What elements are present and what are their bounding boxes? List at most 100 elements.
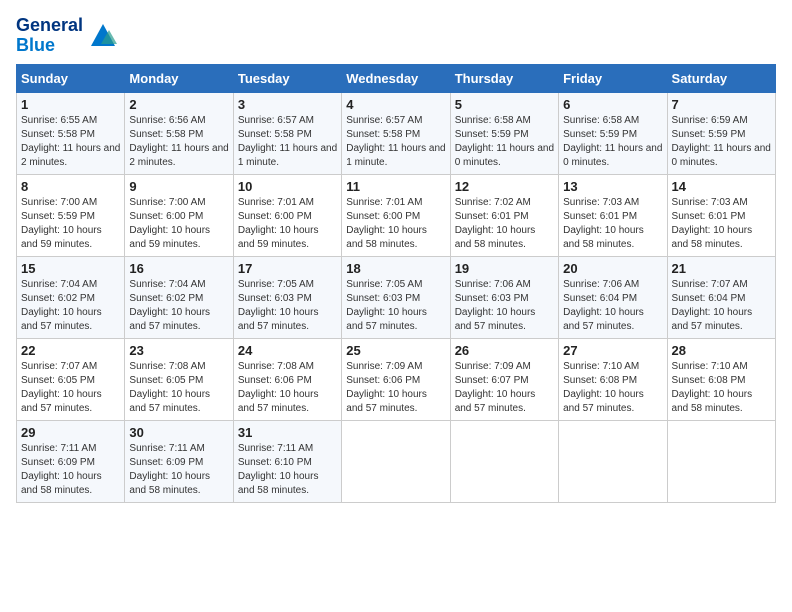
day-info: Sunrise: 7:01 AM Sunset: 6:00 PM Dayligh… xyxy=(346,196,445,252)
day-cell-11: 11 Sunrise: 7:01 AM Sunset: 6:00 PM Dayli… xyxy=(342,174,450,256)
day-info: Sunrise: 7:11 AM Sunset: 6:10 PM Dayligh… xyxy=(238,442,337,498)
day-cell-30: 30 Sunrise: 7:11 AM Sunset: 6:09 PM Dayli… xyxy=(125,420,233,502)
day-number: 21 xyxy=(672,261,771,276)
day-cell-14: 14 Sunrise: 7:03 AM Sunset: 6:01 PM Dayli… xyxy=(667,174,775,256)
day-cell-1: 1 Sunrise: 6:55 AM Sunset: 5:58 PM Daylig… xyxy=(17,92,125,174)
day-cell-31: 31 Sunrise: 7:11 AM Sunset: 6:10 PM Dayli… xyxy=(233,420,341,502)
weekday-friday: Friday xyxy=(559,64,667,92)
day-cell-15: 15Sunrise: 7:04 AM Sunset: 6:02 PM Dayli… xyxy=(17,256,125,338)
day-info: Sunrise: 7:11 AM Sunset: 6:09 PM Dayligh… xyxy=(129,442,228,498)
day-cell-29: 29 Sunrise: 7:11 AM Sunset: 6:09 PM Dayli… xyxy=(17,420,125,502)
day-cell-9: 9 Sunrise: 7:00 AM Sunset: 6:00 PM Daylig… xyxy=(125,174,233,256)
day-cell-26: 26Sunrise: 7:09 AM Sunset: 6:07 PM Dayli… xyxy=(450,338,558,420)
day-cell-25: 25 Sunrise: 7:09 AM Sunset: 6:06 PM Dayli… xyxy=(342,338,450,420)
day-number: 11 xyxy=(346,179,445,194)
day-number: 3 xyxy=(238,97,337,112)
weekday-saturday: Saturday xyxy=(667,64,775,92)
day-number: 17 xyxy=(238,261,337,276)
day-info: Sunrise: 7:10 AM Sunset: 6:08 PM Dayligh… xyxy=(672,360,771,416)
weekday-sunday: Sunday xyxy=(17,64,125,92)
day-info: Sunrise: 7:05 AM Sunset: 6:03 PM Dayligh… xyxy=(238,278,337,334)
day-cell-17: 17 Sunrise: 7:05 AM Sunset: 6:03 PM Dayli… xyxy=(233,256,341,338)
day-info: Sunrise: 7:08 AM Sunset: 6:06 PM Dayligh… xyxy=(238,360,337,416)
day-number: 8 xyxy=(21,179,120,194)
day-info: Sunrise: 6:58 AM Sunset: 5:59 PM Dayligh… xyxy=(563,114,662,170)
day-info: Sunrise: 7:07 AM Sunset: 6:04 PM Dayligh… xyxy=(672,278,771,334)
day-info: Sunrise: 6:55 AM Sunset: 5:58 PM Dayligh… xyxy=(21,114,120,170)
day-number: 30 xyxy=(129,425,228,440)
day-info: Sunrise: 7:03 AM Sunset: 6:01 PM Dayligh… xyxy=(672,196,771,252)
day-number: 12 xyxy=(455,179,554,194)
day-number: 2 xyxy=(129,97,228,112)
day-info: Sunrise: 7:04 AM Sunset: 6:02 PM Dayligh… xyxy=(21,278,120,334)
week-row-1: 1 Sunrise: 6:55 AM Sunset: 5:58 PM Daylig… xyxy=(17,92,776,174)
day-number: 16 xyxy=(129,261,228,276)
day-cell-6: 6 Sunrise: 6:58 AM Sunset: 5:59 PM Daylig… xyxy=(559,92,667,174)
day-number: 24 xyxy=(238,343,337,358)
weekday-monday: Monday xyxy=(125,64,233,92)
day-info: Sunrise: 7:10 AM Sunset: 6:08 PM Dayligh… xyxy=(563,360,662,416)
day-cell-19: 19Sunrise: 7:06 AM Sunset: 6:03 PM Dayli… xyxy=(450,256,558,338)
day-cell-2: 2Sunrise: 6:56 AM Sunset: 5:58 PM Daylig… xyxy=(125,92,233,174)
day-info: Sunrise: 6:57 AM Sunset: 5:58 PM Dayligh… xyxy=(346,114,445,170)
day-info: Sunrise: 7:05 AM Sunset: 6:03 PM Dayligh… xyxy=(346,278,445,334)
day-cell-28: 28 Sunrise: 7:10 AM Sunset: 6:08 PM Dayli… xyxy=(667,338,775,420)
day-info: Sunrise: 7:00 AM Sunset: 6:00 PM Dayligh… xyxy=(129,196,228,252)
day-info: Sunrise: 7:06 AM Sunset: 6:04 PM Dayligh… xyxy=(563,278,662,334)
day-number: 19 xyxy=(455,261,554,276)
week-row-2: 8 Sunrise: 7:00 AM Sunset: 5:59 PM Daylig… xyxy=(17,174,776,256)
day-info: Sunrise: 7:11 AM Sunset: 6:09 PM Dayligh… xyxy=(21,442,120,498)
day-number: 14 xyxy=(672,179,771,194)
weekday-thursday: Thursday xyxy=(450,64,558,92)
day-number: 31 xyxy=(238,425,337,440)
calendar-body: 1 Sunrise: 6:55 AM Sunset: 5:58 PM Daylig… xyxy=(17,92,776,502)
day-cell-13: 13 Sunrise: 7:03 AM Sunset: 6:01 PM Dayli… xyxy=(559,174,667,256)
day-info: Sunrise: 7:09 AM Sunset: 6:06 PM Dayligh… xyxy=(346,360,445,416)
logo-text: GeneralBlue xyxy=(16,16,83,56)
day-number: 29 xyxy=(21,425,120,440)
day-info: Sunrise: 7:08 AM Sunset: 6:05 PM Dayligh… xyxy=(129,360,228,416)
day-info: Sunrise: 6:57 AM Sunset: 5:58 PM Dayligh… xyxy=(238,114,337,170)
day-cell-5: 5Sunrise: 6:58 AM Sunset: 5:59 PM Daylig… xyxy=(450,92,558,174)
day-number: 9 xyxy=(129,179,228,194)
day-cell-4: 4 Sunrise: 6:57 AM Sunset: 5:58 PM Daylig… xyxy=(342,92,450,174)
week-row-5: 29 Sunrise: 7:11 AM Sunset: 6:09 PM Dayli… xyxy=(17,420,776,502)
day-info: Sunrise: 7:03 AM Sunset: 6:01 PM Dayligh… xyxy=(563,196,662,252)
logo: GeneralBlue xyxy=(16,16,117,56)
day-number: 18 xyxy=(346,261,445,276)
header: GeneralBlue xyxy=(16,16,776,56)
day-number: 13 xyxy=(563,179,662,194)
calendar-table: SundayMondayTuesdayWednesdayThursdayFrid… xyxy=(16,64,776,503)
day-number: 25 xyxy=(346,343,445,358)
week-row-4: 22 Sunrise: 7:07 AM Sunset: 6:05 PM Dayli… xyxy=(17,338,776,420)
day-info: Sunrise: 7:07 AM Sunset: 6:05 PM Dayligh… xyxy=(21,360,120,416)
day-cell-8: 8 Sunrise: 7:00 AM Sunset: 5:59 PM Daylig… xyxy=(17,174,125,256)
day-number: 5 xyxy=(455,97,554,112)
day-number: 22 xyxy=(21,343,120,358)
day-cell-23: 23 Sunrise: 7:08 AM Sunset: 6:05 PM Dayli… xyxy=(125,338,233,420)
weekday-wednesday: Wednesday xyxy=(342,64,450,92)
day-number: 28 xyxy=(672,343,771,358)
day-number: 7 xyxy=(672,97,771,112)
day-cell-16: 16 Sunrise: 7:04 AM Sunset: 6:02 PM Dayli… xyxy=(125,256,233,338)
day-cell-10: 10Sunrise: 7:01 AM Sunset: 6:00 PM Dayli… xyxy=(233,174,341,256)
day-cell-7: 7 Sunrise: 6:59 AM Sunset: 5:59 PM Daylig… xyxy=(667,92,775,174)
day-cell-18: 18 Sunrise: 7:05 AM Sunset: 6:03 PM Dayli… xyxy=(342,256,450,338)
day-info: Sunrise: 7:09 AM Sunset: 6:07 PM Dayligh… xyxy=(455,360,554,416)
day-cell-21: 21 Sunrise: 7:07 AM Sunset: 6:04 PM Dayli… xyxy=(667,256,775,338)
day-number: 6 xyxy=(563,97,662,112)
day-number: 1 xyxy=(21,97,120,112)
day-number: 4 xyxy=(346,97,445,112)
day-cell-24: 24 Sunrise: 7:08 AM Sunset: 6:06 PM Dayli… xyxy=(233,338,341,420)
empty-cell xyxy=(342,420,450,502)
weekday-header-row: SundayMondayTuesdayWednesdayThursdayFrid… xyxy=(17,64,776,92)
day-info: Sunrise: 7:04 AM Sunset: 6:02 PM Dayligh… xyxy=(129,278,228,334)
day-info: Sunrise: 7:02 AM Sunset: 6:01 PM Dayligh… xyxy=(455,196,554,252)
day-info: Sunrise: 6:59 AM Sunset: 5:59 PM Dayligh… xyxy=(672,114,771,170)
day-info: Sunrise: 7:00 AM Sunset: 5:59 PM Dayligh… xyxy=(21,196,120,252)
week-row-3: 15Sunrise: 7:04 AM Sunset: 6:02 PM Dayli… xyxy=(17,256,776,338)
day-info: Sunrise: 7:01 AM Sunset: 6:00 PM Dayligh… xyxy=(238,196,337,252)
day-number: 23 xyxy=(129,343,228,358)
day-cell-22: 22 Sunrise: 7:07 AM Sunset: 6:05 PM Dayli… xyxy=(17,338,125,420)
logo-icon xyxy=(89,22,117,50)
